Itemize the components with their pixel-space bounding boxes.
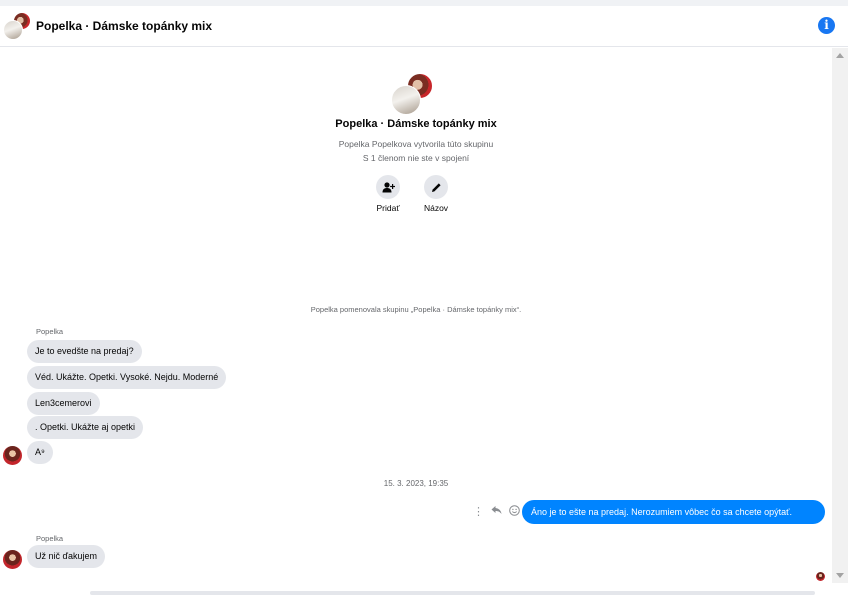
info-icon[interactable]: i [818, 17, 835, 34]
scrollbar[interactable] [832, 48, 848, 583]
incoming-message[interactable]: Už nič ďakujem [27, 545, 106, 568]
group-connection-line: S 1 členom nie ste v spojení [362, 153, 470, 163]
reply-icon[interactable] [491, 505, 502, 519]
add-people-label: Pridať [376, 203, 400, 213]
system-note: Popelka pomenovala skupinu „Popelka · Dá… [310, 305, 522, 314]
rename-action[interactable]: Názov [416, 175, 456, 213]
member-photo-2 [391, 85, 421, 115]
group-avatar[interactable] [3, 12, 31, 40]
chat-title[interactable]: Popelka · Dámske topánky mix [36, 19, 212, 33]
react-emoji-icon[interactable] [509, 504, 520, 520]
message-tools: ⋮ [473, 504, 520, 520]
incoming-message[interactable]: Véd. Ukážte. Opetki. Vysoké. Nejdu. Mode… [27, 366, 227, 389]
rename-label: Názov [423, 203, 449, 213]
scroll-up-icon[interactable] [836, 53, 844, 58]
scroll-down-icon[interactable] [836, 573, 844, 578]
sender-avatar[interactable] [3, 550, 22, 569]
incoming-message[interactable]: Len3cemerovi [27, 392, 100, 415]
date-divider: 15. 3. 2023, 19:35 [383, 479, 449, 488]
composer-edge [90, 591, 815, 595]
pencil-icon[interactable] [424, 175, 448, 199]
sender-name: Popelka [36, 327, 64, 336]
incoming-message[interactable]: . Opetki. Ukážte aj opetki [27, 416, 144, 439]
chat-header: Popelka · Dámske topánky mix i [0, 6, 848, 47]
group-creator-line: Popelka Popelkova vytvorila túto skupinu [338, 139, 494, 149]
incoming-message[interactable]: Je to evedšte na predaj? [27, 340, 142, 363]
group-intro-title: Popelka · Dámske topánky mix [335, 118, 497, 130]
add-people-action[interactable]: Pridať [368, 175, 408, 213]
sender-name: Popelka [36, 534, 64, 543]
sender-avatar[interactable] [3, 446, 22, 465]
member-photo-2 [3, 20, 23, 40]
group-intro-avatar [391, 73, 433, 115]
more-options-icon[interactable]: ⋮ [473, 505, 484, 519]
incoming-message[interactable]: A⁹ [27, 441, 53, 464]
outgoing-message[interactable]: Áno je to ešte na predaj. Nerozumiem vôb… [522, 500, 825, 524]
seen-indicator-avatar [816, 572, 825, 581]
add-person-icon[interactable] [376, 175, 400, 199]
